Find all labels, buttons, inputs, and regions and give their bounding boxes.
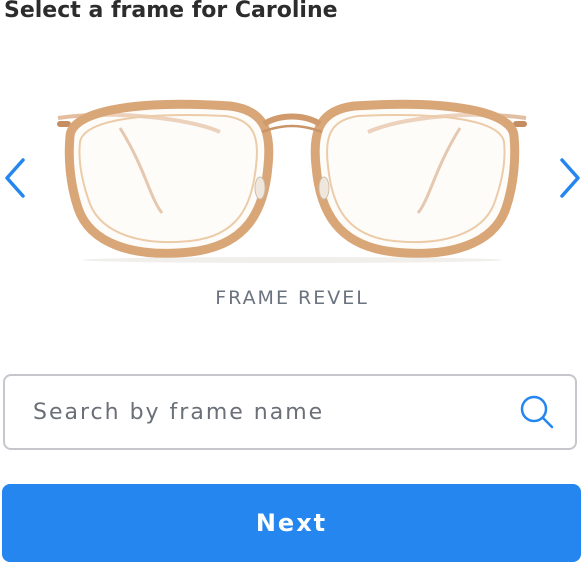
next-frame-button[interactable] bbox=[555, 152, 584, 204]
search-icon[interactable] bbox=[517, 392, 557, 432]
frame-name-label: FRAME REVEL bbox=[215, 287, 369, 309]
search-input[interactable] bbox=[5, 375, 517, 449]
chevron-right-icon bbox=[560, 158, 580, 198]
previous-frame-button[interactable] bbox=[0, 152, 30, 204]
chevron-left-icon bbox=[5, 158, 25, 198]
search-box bbox=[3, 374, 577, 450]
page-title: Select a frame for Caroline bbox=[4, 0, 338, 23]
eyeglasses-frame-image bbox=[57, 99, 527, 263]
next-button[interactable]: Next bbox=[2, 484, 581, 562]
